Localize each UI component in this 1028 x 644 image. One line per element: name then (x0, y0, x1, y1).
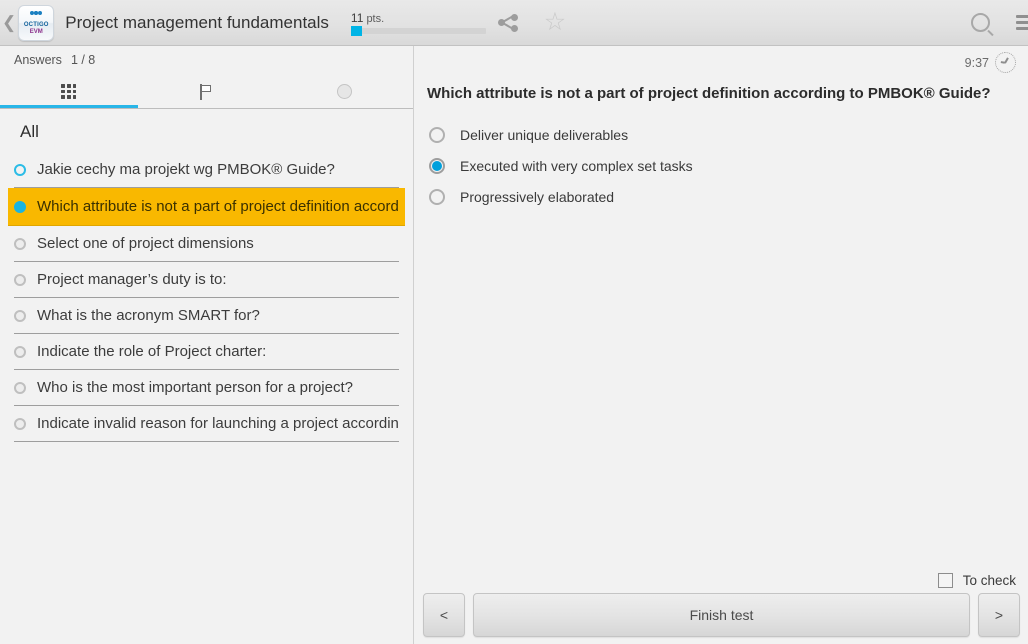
question-status-icon (14, 381, 26, 394)
navigation-bar: < Finish test > (415, 592, 1028, 644)
list-item[interactable]: What is the acronym SMART for? (14, 298, 399, 334)
list-item[interactable]: Jakie cechy ma projekt wg PMBOK® Guide? (14, 152, 399, 188)
flag-icon (199, 83, 214, 100)
section-header: All (20, 122, 39, 141)
list-item[interactable]: Select one of project dimensions (14, 226, 399, 262)
to-check-checkbox[interactable] (937, 573, 953, 588)
answer-option-label: Deliver unique deliverables (460, 126, 629, 143)
hamburger-menu-icon (1015, 12, 1028, 33)
answer-option[interactable]: Progressively elaborated (429, 181, 1028, 212)
grid-icon (61, 84, 77, 99)
tabs-divider (0, 108, 413, 109)
answer-option-label: Executed with very complex set tasks (460, 157, 693, 174)
question-pane: 9:37 Which attribute is not a part of pr… (415, 46, 1028, 644)
share-icon (497, 13, 520, 33)
list-item[interactable]: Project manager’s duty is to: (14, 262, 399, 298)
points-label: 11 pts. (351, 12, 486, 25)
search-icon (971, 13, 991, 32)
points-progress-fill (350, 26, 362, 36)
answers-label: Answers (14, 53, 62, 67)
question-status-icon (14, 417, 26, 430)
to-check-label: To check (962, 573, 1016, 588)
answer-option-label: Progressively elaborated (460, 188, 615, 205)
question-status-icon (14, 345, 26, 358)
previous-question-button[interactable]: < (423, 593, 465, 637)
question-text: Which attribute is not a part of project… (427, 85, 991, 102)
tab-unanswered[interactable] (275, 74, 413, 109)
radio-icon[interactable] (429, 157, 445, 174)
points-progress: 11 pts. (350, 11, 486, 36)
list-item[interactable]: Indicate invalid reason for launching a … (14, 406, 399, 442)
list-item-label: Jakie cechy ma projekt wg PMBOK® Guide? (37, 161, 335, 178)
timer-value: 9:37 (964, 55, 989, 70)
list-item[interactable]: Indicate the role of Project charter: (14, 334, 399, 370)
share-button[interactable] (486, 0, 532, 46)
list-item-label: Who is the most important person for a p… (37, 379, 353, 396)
sidebar-tabs (0, 74, 413, 109)
page-title: Project management fundamentals (65, 12, 329, 32)
question-status-icon (14, 237, 26, 250)
question-status-icon (14, 273, 26, 286)
answer-option[interactable]: Deliver unique deliverables (429, 119, 1028, 150)
list-item-label: Select one of project dimensions (37, 235, 254, 252)
list-item-label: Which attribute is not a part of project… (37, 198, 399, 215)
list-item-label: Indicate the role of Project charter: (37, 343, 267, 360)
answers-header: Answers 1 / 8 (0, 46, 413, 74)
points-value: 11 (350, 11, 364, 25)
list-item[interactable]: Which attribute is not a part of project… (8, 188, 405, 226)
app-logo[interactable]: OCTIGO EVM (18, 4, 55, 41)
question-status-icon (14, 163, 26, 176)
circle-icon (336, 84, 352, 99)
finish-test-button[interactable]: Finish test (473, 593, 970, 637)
star-icon: ☆ (543, 8, 567, 36)
list-item-label: Indicate invalid reason for launching a … (37, 415, 399, 432)
menu-button[interactable] (1004, 0, 1028, 46)
logo-subtext: EVM (29, 28, 43, 35)
question-status-icon (14, 200, 26, 213)
answer-options: Deliver unique deliverables Executed wit… (415, 119, 1028, 212)
list-item[interactable]: Who is the most important person for a p… (14, 370, 399, 406)
workspace: Answers 1 / 8 All Jakie cechy ma projekt… (0, 46, 1028, 644)
logo-wordmark: OCTIGO (23, 21, 49, 28)
to-check-control[interactable]: To check (937, 573, 1016, 588)
next-question-button[interactable]: > (978, 593, 1020, 637)
answers-count: 1 / 8 (70, 53, 96, 67)
octigo-mark-icon (30, 10, 43, 22)
list-item-label: Project manager’s duty is to: (37, 271, 227, 288)
answers-sidebar: Answers 1 / 8 All Jakie cechy ma projekt… (0, 46, 414, 644)
radio-icon[interactable] (429, 188, 445, 205)
favorite-button[interactable]: ☆ (532, 0, 578, 46)
back-chevron-icon[interactable]: ❮ (2, 14, 16, 31)
answer-option[interactable]: Executed with very complex set tasks (429, 150, 1028, 181)
clock-icon (995, 52, 1016, 73)
tab-flagged[interactable] (138, 74, 276, 109)
timer: 9:37 (965, 52, 1016, 73)
points-progress-bar (350, 26, 486, 36)
question-status-icon (14, 309, 26, 322)
list-item-label: What is the acronym SMART for? (37, 307, 260, 324)
tab-all-questions[interactable] (0, 74, 138, 109)
question-list: Jakie cechy ma projekt wg PMBOK® Guide? … (0, 152, 413, 442)
radio-icon[interactable] (429, 126, 445, 143)
points-unit: pts. (366, 13, 385, 25)
app-bar: ❮ OCTIGO EVM Project management fundamen… (0, 0, 1028, 46)
search-button[interactable] (958, 0, 1004, 46)
